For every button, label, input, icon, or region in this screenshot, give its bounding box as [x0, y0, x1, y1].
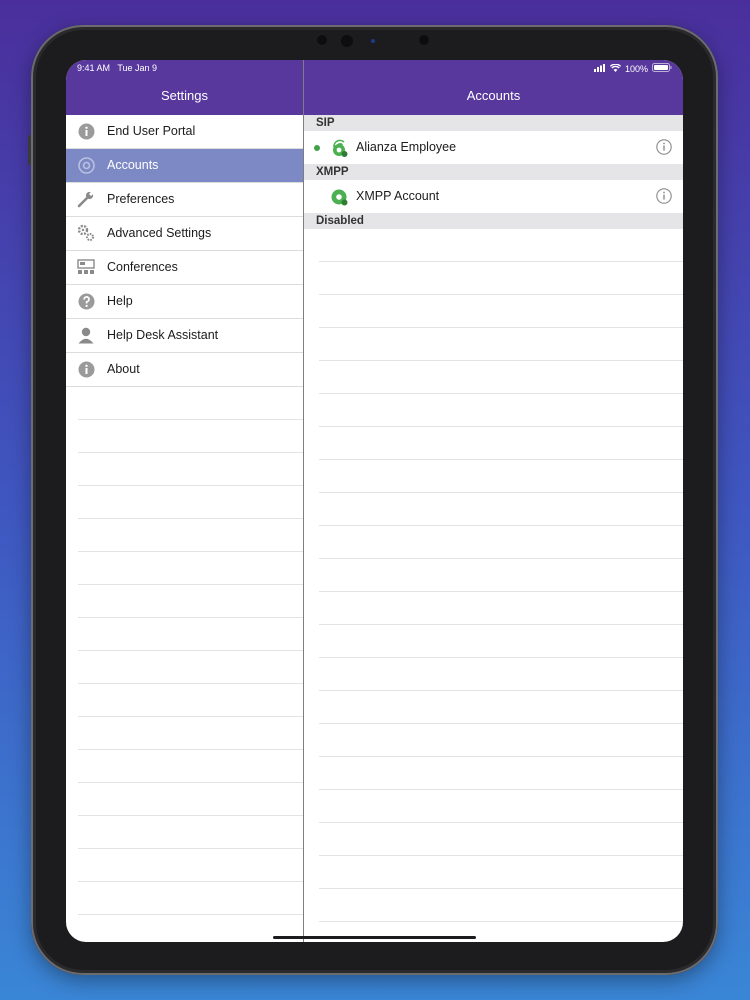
empty-row — [319, 328, 683, 361]
section-header-disabled: Disabled — [304, 213, 683, 229]
settings-menu: End User Portal Accounts Preferences Adv… — [66, 115, 303, 942]
empty-menu-rows — [66, 387, 303, 942]
menu-item-label: Conferences — [107, 260, 178, 274]
info-circle-icon[interactable] — [656, 188, 672, 204]
active-status-dot — [314, 145, 320, 151]
account-row-alianza-employee[interactable]: Alianza Employee — [304, 131, 683, 164]
empty-row — [78, 486, 303, 519]
empty-row — [78, 816, 303, 849]
menu-item-label: Help Desk Assistant — [107, 328, 219, 342]
status-date: Tue Jan 9 — [117, 63, 158, 73]
menu-item-about[interactable]: About — [66, 353, 303, 387]
empty-row — [319, 691, 683, 724]
empty-row — [78, 783, 303, 816]
account-row-xmpp-account[interactable]: XMPP Account — [304, 180, 683, 213]
menu-item-label: About — [107, 362, 140, 376]
empty-row — [319, 790, 683, 823]
empty-row — [319, 658, 683, 691]
menu-item-preferences[interactable]: Preferences — [66, 183, 303, 217]
empty-row — [78, 915, 303, 942]
account-label: XMPP Account — [356, 189, 440, 203]
person-icon — [77, 326, 95, 344]
empty-row — [319, 493, 683, 526]
empty-row — [319, 823, 683, 856]
menu-item-accounts[interactable]: Accounts — [66, 149, 303, 183]
question-icon — [77, 292, 95, 310]
empty-row — [319, 526, 683, 559]
empty-row — [319, 262, 683, 295]
section-header-sip: SIP — [304, 115, 683, 131]
at-sign-icon — [77, 156, 95, 174]
empty-row — [78, 849, 303, 882]
accounts-title: Accounts — [466, 88, 521, 103]
battery-icon — [652, 63, 672, 74]
volume-button — [28, 135, 31, 165]
empty-row — [78, 585, 303, 618]
menu-item-conferences[interactable]: Conferences — [66, 251, 303, 285]
empty-row — [78, 882, 303, 915]
empty-row — [319, 559, 683, 592]
empty-row — [78, 684, 303, 717]
status-time: 9:41 AM — [77, 63, 111, 73]
wrench-icon — [77, 190, 95, 208]
empty-row — [319, 361, 683, 394]
home-indicator[interactable] — [273, 936, 476, 939]
wifi-icon — [609, 63, 622, 74]
menu-item-end-user-portal[interactable]: End User Portal — [66, 115, 303, 149]
menu-item-label: Advanced Settings — [107, 226, 212, 240]
status-bar-right: 100% — [593, 63, 672, 74]
menu-item-help-desk-assistant[interactable]: Help Desk Assistant — [66, 319, 303, 353]
menu-item-advanced-settings[interactable]: Advanced Settings — [66, 217, 303, 251]
empty-row — [319, 394, 683, 427]
gears-icon — [77, 224, 95, 242]
empty-row — [319, 889, 683, 922]
menu-item-label: Preferences — [107, 192, 175, 206]
sip-account-icon — [330, 138, 350, 158]
empty-row — [78, 387, 303, 420]
accounts-panel: SIP Alianza Employee XMPP XMPP Account D… — [304, 115, 683, 922]
empty-row — [319, 427, 683, 460]
empty-row — [78, 453, 303, 486]
empty-row — [319, 724, 683, 757]
empty-row — [319, 229, 683, 262]
empty-account-rows — [304, 229, 683, 922]
account-label: Alianza Employee — [356, 140, 457, 154]
empty-row — [319, 460, 683, 493]
cellular-signal-icon — [593, 63, 606, 74]
face-id-sensor — [419, 35, 429, 45]
camera-sensor — [371, 39, 375, 43]
empty-row — [319, 592, 683, 625]
xmpp-account-icon — [330, 187, 350, 207]
menu-item-label: End User Portal — [107, 124, 196, 138]
app-screen: 9:41 AM Tue Jan 9 100% Settings Accounts… — [66, 60, 683, 942]
section-header-xmpp: XMPP — [304, 164, 683, 180]
empty-row — [78, 651, 303, 684]
empty-row — [319, 856, 683, 889]
empty-row — [78, 750, 303, 783]
empty-row — [319, 625, 683, 658]
battery-percent: 100% — [624, 63, 648, 74]
front-camera-lens — [341, 35, 353, 47]
empty-row — [78, 618, 303, 651]
empty-row — [78, 420, 303, 453]
menu-item-label: Help — [107, 294, 133, 308]
settings-title: Settings — [161, 88, 208, 103]
front-camera — [317, 35, 327, 45]
info-circle-icon[interactable] — [656, 139, 672, 155]
status-bar-left: 9:41 AM Tue Jan 9 — [77, 63, 157, 73]
info-icon — [77, 360, 95, 378]
empty-row — [319, 757, 683, 790]
navigation-bar: 9:41 AM Tue Jan 9 100% Settings Accounts — [66, 60, 683, 115]
menu-item-label: Accounts — [107, 158, 159, 172]
empty-row — [78, 552, 303, 585]
conference-icon — [77, 258, 95, 276]
empty-row — [78, 717, 303, 750]
menu-item-help[interactable]: Help — [66, 285, 303, 319]
info-icon — [77, 122, 95, 140]
empty-row — [78, 519, 303, 552]
empty-row — [319, 295, 683, 328]
